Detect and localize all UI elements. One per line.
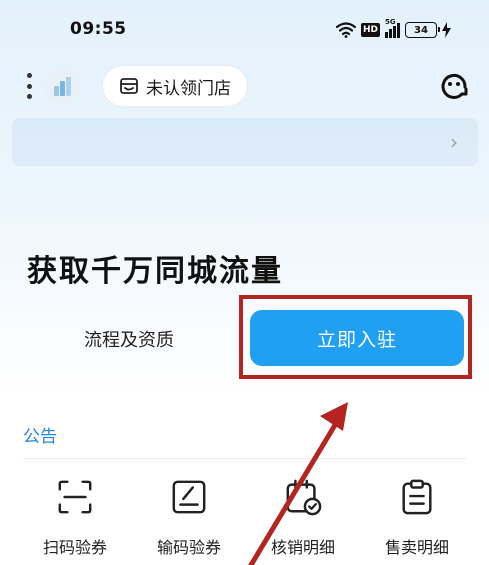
chevron-right-icon: ›: [450, 130, 458, 154]
signal-icon: 5G: [385, 18, 401, 38]
store-chip-label: 未认领门店: [146, 78, 231, 99]
shortcut-label: 售卖明细: [384, 538, 449, 557]
shortcut-sales-details[interactable]: 售卖明细: [369, 478, 465, 558]
avatar[interactable]: [44, 68, 80, 104]
customer-service-button[interactable]: [436, 68, 472, 104]
status-icons: HD 5G 34: [336, 18, 452, 40]
shortcut-label: 核销明细: [270, 538, 335, 557]
join-now-button[interactable]: 立即入驻: [250, 310, 464, 366]
battery-level: 34: [414, 24, 428, 36]
shortcut-code-verify[interactable]: 输码验券: [141, 478, 237, 558]
battery-indicator: 34: [405, 22, 441, 38]
network-label: 5G: [385, 18, 396, 26]
wifi-icon: [336, 22, 356, 38]
edit-code-icon: [172, 480, 206, 514]
customer-service-icon: [441, 73, 468, 99]
more-dot-icon: [26, 83, 32, 89]
shortcut-scan-verify[interactable]: 扫码验券: [27, 478, 123, 558]
more-menu-button[interactable]: [24, 73, 34, 99]
more-dot-icon: [26, 94, 32, 99]
divider: [23, 458, 466, 459]
process-qualification-link[interactable]: 流程及资质: [84, 326, 174, 352]
shortcut-label: 输码验券: [156, 538, 221, 557]
notice-link[interactable]: 公告: [23, 422, 57, 447]
shortcut-label: 扫码验券: [42, 538, 107, 557]
status-time: 09:55: [70, 19, 127, 39]
charging-icon: [442, 22, 452, 38]
scan-icon: [58, 480, 92, 514]
store-icon: [120, 78, 138, 94]
shortcut-redemption-details[interactable]: 核销明细: [255, 478, 351, 558]
banner-card[interactable]: ›: [12, 118, 478, 166]
hd-badge: HD: [361, 23, 381, 37]
more-dot-icon: [26, 73, 32, 78]
store-logo-icon: [54, 77, 71, 96]
clipboard-icon: [402, 479, 432, 515]
page-title: 获取千万同城流量: [27, 254, 283, 289]
store-selector[interactable]: 未认领门店: [103, 66, 247, 106]
verified-calendar-icon: [286, 479, 322, 516]
